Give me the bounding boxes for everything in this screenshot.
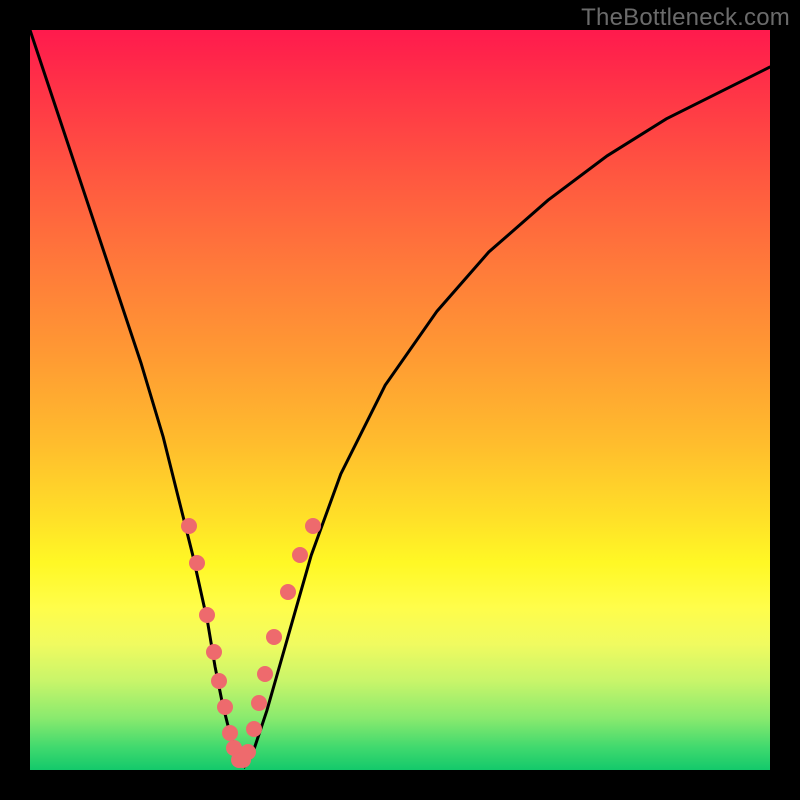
chart-frame: TheBottleneck.com (0, 0, 800, 800)
watermark-text: TheBottleneck.com (581, 4, 790, 32)
highlight-dot (222, 725, 238, 741)
highlight-dot (266, 629, 282, 645)
highlight-dot (280, 584, 296, 600)
plot-area (30, 30, 770, 770)
highlight-dot (217, 699, 233, 715)
highlight-dot (189, 555, 205, 571)
bottleneck-curve (30, 30, 770, 770)
highlight-dot (199, 607, 215, 623)
highlight-dot (181, 518, 197, 534)
highlight-dot (240, 744, 256, 760)
highlight-dot (305, 518, 321, 534)
highlight-dot (206, 644, 222, 660)
highlight-dot (257, 666, 273, 682)
